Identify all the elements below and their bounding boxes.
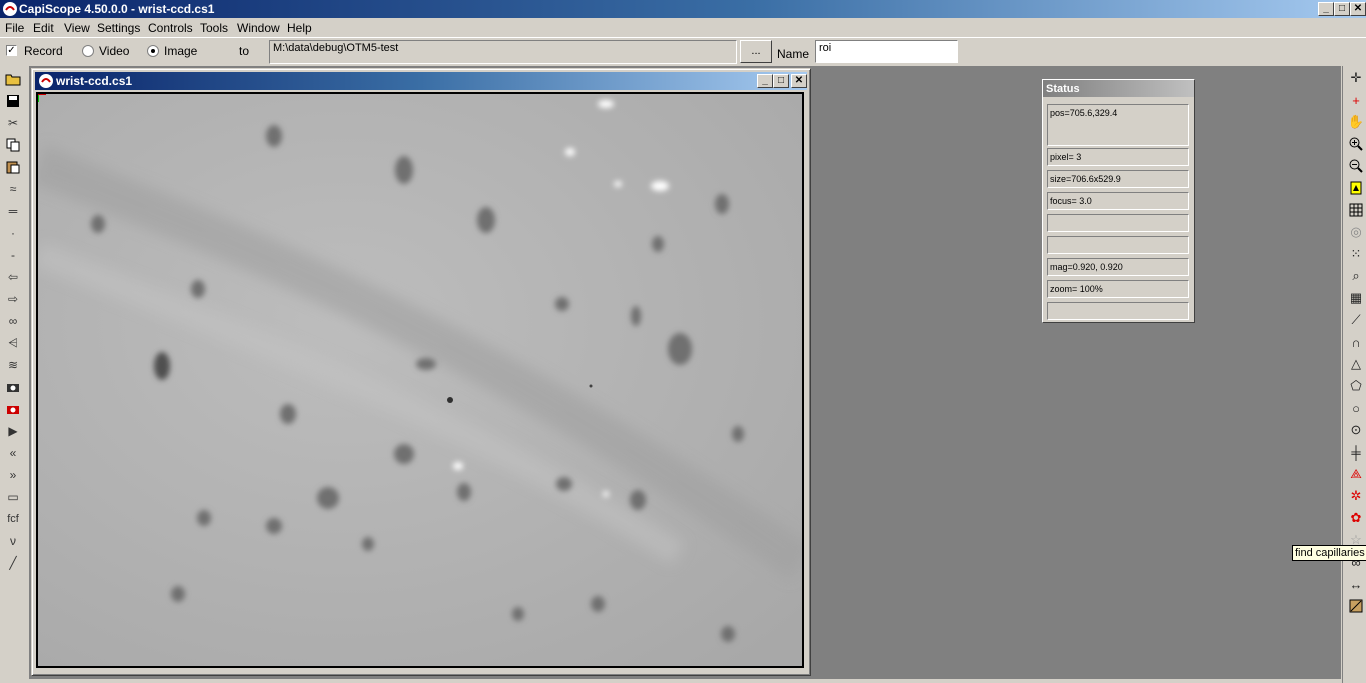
menu-edit[interactable]: Edit: [33, 21, 54, 35]
glasses-icon[interactable]: ∞: [4, 312, 22, 330]
image-window-title: wrist-ccd.cs1: [56, 74, 133, 88]
name-input[interactable]: roi: [815, 40, 958, 63]
app-logo-icon: [3, 2, 17, 16]
right-toolbar: ✛ + ✋ ◎ ⁙ ⌕ ▦ ⟋ ∩ △ ⬠ ○ ⊙ ╪ ⟁ ✲ ✿ ☆ ∞ ↔: [1342, 66, 1366, 683]
red-crosshair-icon[interactable]: +: [1347, 91, 1365, 109]
document-icon: [39, 74, 53, 88]
path-field[interactable]: M:\data\debug\OTM5-test: [269, 40, 737, 64]
menu-view[interactable]: View: [64, 21, 90, 35]
image-map-icon[interactable]: [1347, 597, 1365, 615]
paste-icon[interactable]: [4, 158, 22, 176]
triangle-tool-icon[interactable]: △: [1347, 355, 1365, 373]
dot-icon[interactable]: ·: [4, 224, 22, 242]
browse-button[interactable]: ...: [740, 40, 772, 63]
double-arrow-icon[interactable]: ↔: [1347, 575, 1365, 593]
stairs-icon[interactable]: ⩤: [4, 334, 22, 352]
copy-icon[interactable]: [4, 136, 22, 154]
maximize-button[interactable]: □: [1334, 2, 1350, 16]
status-focus: focus= 3.0: [1047, 192, 1189, 210]
menu-file[interactable]: File: [5, 21, 24, 35]
capillary-image[interactable]: [38, 94, 802, 666]
line-icon[interactable]: ╱: [4, 554, 22, 572]
record-toolbar: ✓ Record Video Image to M:\data\debug\OT…: [0, 37, 1366, 66]
menu-window[interactable]: Window: [237, 21, 280, 35]
film-icon[interactable]: ▭: [4, 488, 22, 506]
status-empty-1: [1047, 214, 1189, 232]
polygon-tool-icon[interactable]: ⬠: [1347, 377, 1365, 395]
barcode-icon[interactable]: ▦: [1347, 289, 1365, 307]
camera-red-icon[interactable]: [4, 400, 22, 418]
cut-icon[interactable]: ✂: [4, 114, 22, 132]
video-label: Video: [99, 44, 130, 58]
ellipse-tool-icon[interactable]: ⊙: [1347, 421, 1365, 439]
find-icon[interactable]: ⌕: [1347, 267, 1365, 285]
child-minimize-button[interactable]: _: [757, 74, 773, 88]
zoom-in-icon[interactable]: [1347, 135, 1365, 153]
equals-icon[interactable]: ═: [4, 202, 22, 220]
status-empty-2: [1047, 236, 1189, 254]
image-radio[interactable]: [147, 45, 159, 57]
save-icon[interactable]: [4, 92, 22, 110]
menu-settings[interactable]: Settings: [97, 21, 140, 35]
fast-forward-icon[interactable]: »: [4, 466, 22, 484]
app-title: CapiScope 4.50.0.0 - wrist-ccd.cs1: [19, 2, 215, 16]
child-maximize-button[interactable]: □: [773, 74, 789, 88]
status-pixel: pixel= 3: [1047, 148, 1189, 166]
intersect-icon[interactable]: ╪: [1347, 443, 1365, 461]
child-close-button[interactable]: ✕: [791, 74, 807, 88]
crosshair-icon[interactable]: ✛: [1347, 69, 1365, 87]
capillary-image-view[interactable]: [36, 92, 804, 668]
camera-icon[interactable]: [4, 378, 22, 396]
minimize-button[interactable]: _: [1318, 2, 1334, 16]
menu-help[interactable]: Help: [287, 21, 312, 35]
to-label: to: [239, 44, 250, 58]
record-checkbox[interactable]: ✓: [6, 45, 17, 56]
zigzag-icon[interactable]: ≋: [4, 356, 22, 374]
image-window-titlebar[interactable]: wrist-ccd.cs1 _ □ ✕: [35, 72, 807, 90]
status-size: size=706.6x529.9: [1047, 170, 1189, 188]
play-icon[interactable]: ▶: [4, 422, 22, 440]
close-button[interactable]: ✕: [1350, 2, 1366, 16]
dots-icon[interactable]: ⁙: [1347, 245, 1365, 263]
circle-grid-icon[interactable]: ◎: [1347, 223, 1365, 241]
status-mag: mag=0.920, 0.920: [1047, 258, 1189, 276]
status-zoom: zoom= 100%: [1047, 280, 1189, 298]
left-toolbar: ✂ ≈ ═ · - ⇦ ⇨ ∞ ⩤ ≋ ▶ « » ▭ fcf ν ╱: [0, 66, 28, 683]
app-titlebar: CapiScope 4.50.0.0 - wrist-ccd.cs1 _ □ ✕: [0, 0, 1366, 18]
bug-red-icon[interactable]: ✲: [1347, 487, 1365, 505]
capillary-red-icon[interactable]: ⟁: [1347, 465, 1365, 483]
zoom-out-icon[interactable]: [1347, 157, 1365, 175]
find-capillaries-icon[interactable]: ✿: [1347, 509, 1365, 527]
arrow-left-icon[interactable]: ⇦: [4, 268, 22, 286]
yellow-marker-icon[interactable]: [1347, 179, 1365, 197]
arrow-right-icon[interactable]: ⇨: [4, 290, 22, 308]
nu-icon[interactable]: ν: [4, 532, 22, 550]
open-folder-icon[interactable]: [4, 70, 22, 88]
name-label: Name: [777, 47, 810, 61]
fcf-icon[interactable]: fcf: [4, 510, 22, 528]
status-title: Status: [1043, 80, 1194, 97]
record-label: Record: [24, 44, 63, 58]
image-window[interactable]: wrist-ccd.cs1 _ □ ✕: [31, 68, 811, 676]
status-empty-3: [1047, 302, 1189, 320]
curve-tool-icon[interactable]: ∩: [1347, 333, 1365, 351]
status-pos: pos=705.6,329.4: [1047, 104, 1189, 146]
menu-bar: File Edit View Settings Controls Tools W…: [0, 19, 1366, 37]
image-label: Image: [164, 44, 198, 58]
menu-tools[interactable]: Tools: [200, 21, 228, 35]
status-panel: Status pos=705.6,329.4 pixel= 3 size=706…: [1042, 79, 1195, 323]
line-tool-icon[interactable]: ⟋: [1347, 311, 1365, 329]
dash-icon[interactable]: -: [4, 246, 22, 264]
rewind-icon[interactable]: «: [4, 444, 22, 462]
video-radio[interactable]: [82, 45, 94, 57]
wave-icon[interactable]: ≈: [4, 180, 22, 198]
tooltip: find capillaries: [1292, 545, 1366, 561]
circle-tool-icon[interactable]: ○: [1347, 399, 1365, 417]
hand-icon[interactable]: ✋: [1347, 113, 1365, 131]
mdi-workspace: wrist-ccd.cs1 _ □ ✕ Status pos=705.6,329…: [29, 66, 1341, 679]
grid-icon[interactable]: [1347, 201, 1365, 219]
menu-controls[interactable]: Controls: [148, 21, 193, 35]
